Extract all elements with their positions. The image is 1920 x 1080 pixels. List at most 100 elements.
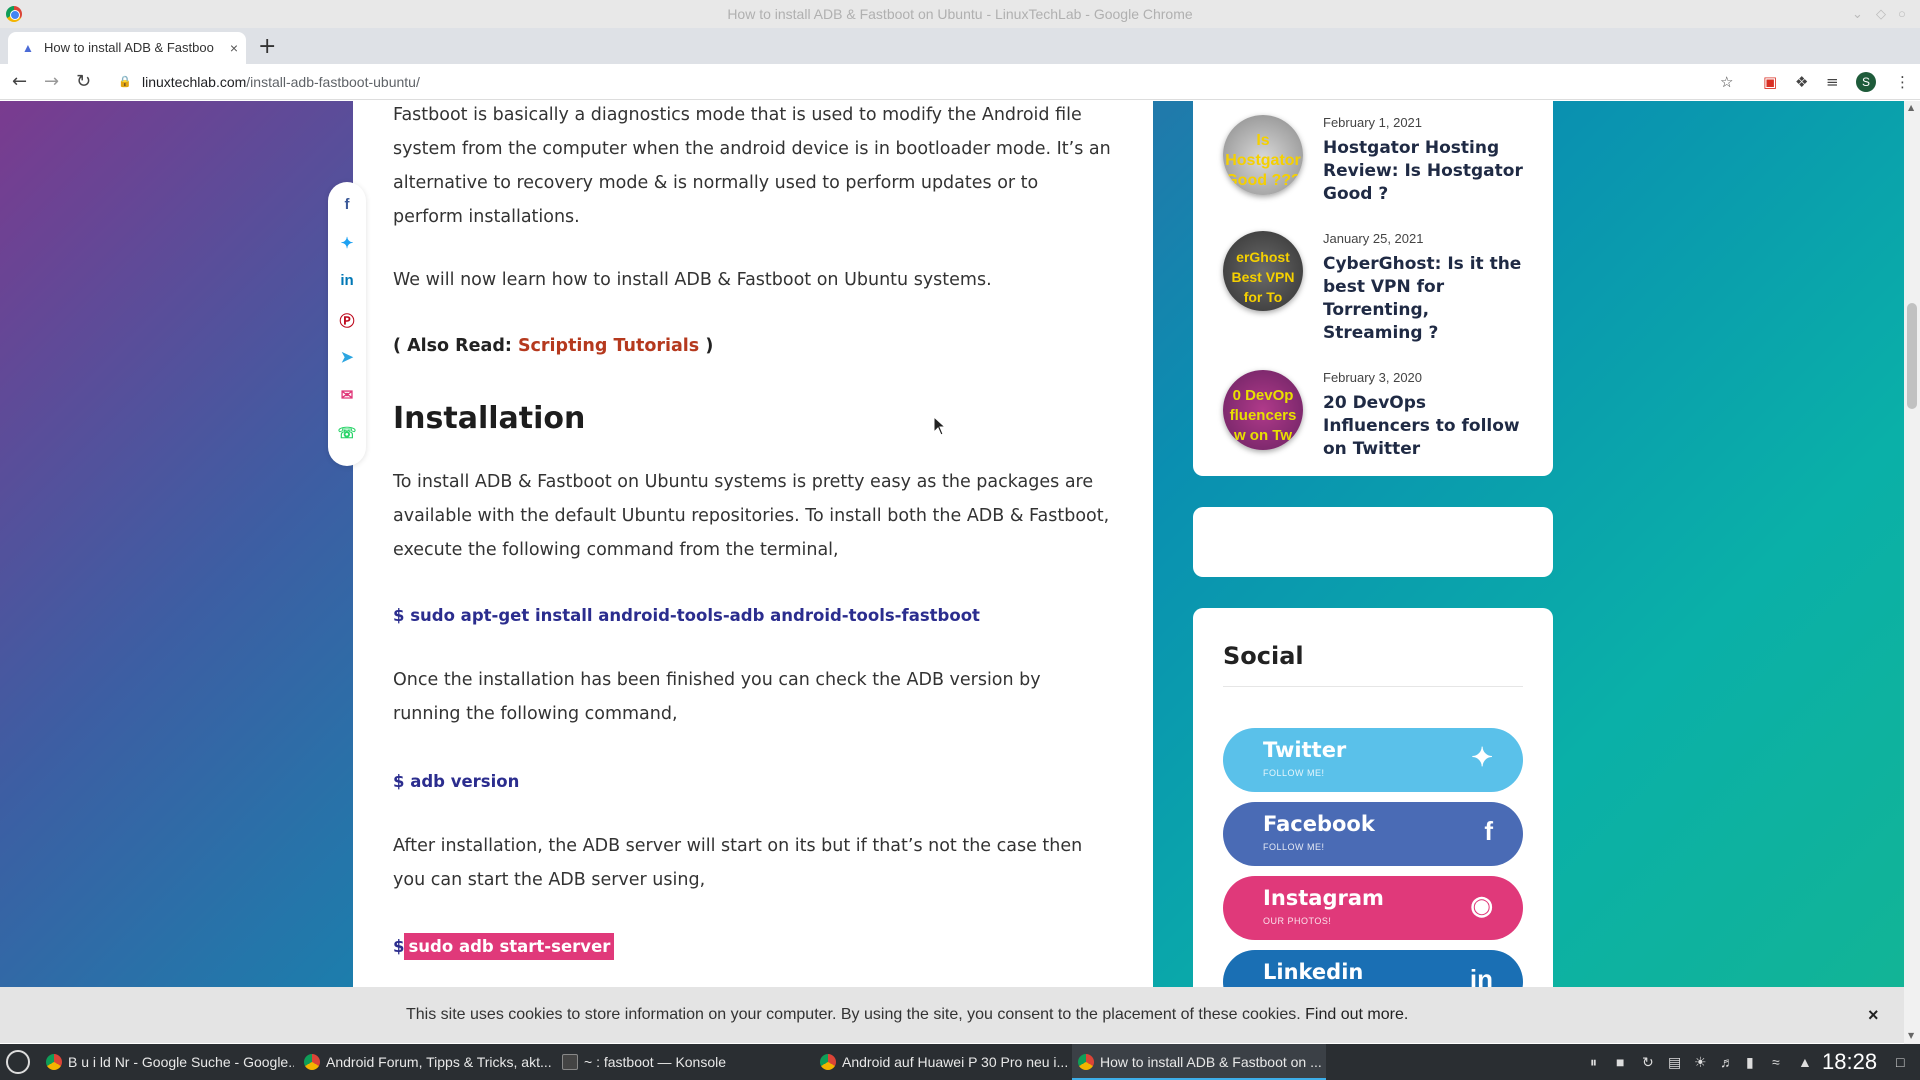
post-title[interactable]: CyberGhost: Is it the best VPN for Torre…	[1323, 253, 1523, 345]
extensions-puzzle-icon[interactable]: ❖	[1795, 70, 1808, 94]
reload-icon[interactable]: ↻	[76, 70, 91, 94]
paragraph-start-server: After installation, the ADB server will …	[393, 836, 1083, 890]
email-icon[interactable]: ✉	[328, 386, 366, 404]
recent-post[interactable]: 0 DevOp fluencers w on Tw February 3, 20…	[1223, 370, 1523, 470]
instagram-icon: ◉	[1470, 890, 1493, 920]
tab-strip: ▲ How to install ADB & Fastboo × +	[0, 28, 1920, 64]
volume-icon[interactable]: ♬	[1720, 1044, 1734, 1080]
cookie-close-icon[interactable]: ×	[1868, 987, 1879, 1043]
scroll-up-icon[interactable]: ▲	[1908, 103, 1914, 112]
bookmark-star-icon[interactable]: ☆	[1720, 70, 1733, 94]
new-tab-button[interactable]: +	[258, 32, 276, 62]
minimize-icon[interactable]: ⌄	[1852, 0, 1863, 28]
back-arrow-icon[interactable]: ←	[12, 70, 27, 94]
command-adb-version[interactable]: $ adb version	[393, 772, 519, 791]
telegram-icon[interactable]: ➤	[328, 348, 366, 366]
facebook-icon[interactable]: f	[328, 196, 366, 213]
chrome-logo-icon	[6, 6, 22, 22]
post-title[interactable]: Hostgator Hosting Review: Is Hostgator G…	[1323, 137, 1523, 206]
task-chrome-build[interactable]: B u i ld Nr - Google Suche - Google...	[40, 1044, 294, 1080]
instagram-follow-button[interactable]: Instagram OUR PHOTOS! ◉	[1223, 876, 1523, 940]
task-label: How to install ADB & Fastboot on ...	[1100, 1054, 1322, 1070]
also-read-prefix: ( Also Read:	[393, 336, 518, 356]
notification-icon[interactable]: ■	[1616, 1044, 1624, 1080]
tray-expand-icon[interactable]: ▲	[1798, 1044, 1812, 1080]
command-apt-install[interactable]: $ sudo apt-get install android-tools-adb…	[393, 606, 980, 625]
clipboard-icon[interactable]: ▤	[1668, 1044, 1681, 1080]
extension-red-icon[interactable]: ▣	[1763, 70, 1777, 94]
url-path: /install-adb-fastboot-ubuntu/	[246, 74, 420, 90]
scrollbar-thumb[interactable]	[1907, 303, 1917, 409]
lock-icon: 🔒	[118, 76, 132, 88]
task-chrome-android-forum[interactable]: Android Forum, Tipps & Tricks, akt...	[298, 1044, 552, 1080]
highlighted-command: sudo adb start-server	[404, 933, 615, 960]
updates-icon[interactable]: ↻	[1642, 1044, 1654, 1080]
linkedin-icon[interactable]: in	[328, 272, 366, 289]
paragraph-fastboot-intro: Fastboot is basically a diagnostics mode…	[393, 105, 1111, 227]
social-sub: OUR PHOTOS!	[1263, 916, 1332, 926]
battery-icon[interactable]: ▮	[1746, 1044, 1754, 1080]
profile-avatar[interactable]: S	[1856, 72, 1876, 92]
facebook-follow-button[interactable]: Facebook FOLLOW ME! f	[1223, 802, 1523, 866]
tab-active[interactable]: ▲ How to install ADB & Fastboo ×	[8, 32, 246, 64]
social-name: Twitter	[1263, 738, 1347, 762]
post-thumbnail[interactable]: 0 DevOp fluencers w on Tw	[1223, 370, 1303, 450]
clock[interactable]: 18:28	[1822, 1044, 1877, 1080]
social-widget: Social Twitter FOLLOW ME! ✦ Facebook FOL…	[1193, 608, 1553, 987]
facebook-icon: f	[1484, 816, 1493, 846]
recent-post[interactable]: Is Hostgator Good ??? February 1, 2021 H…	[1223, 115, 1523, 215]
social-name: Linkedin	[1263, 960, 1364, 984]
terminal-icon	[562, 1054, 578, 1070]
chrome-menu-icon[interactable]: ⋮	[1895, 70, 1910, 94]
task-label: Android auf Huawei P 30 Pro neu i...	[842, 1054, 1068, 1070]
chrome-icon	[46, 1054, 62, 1070]
scroll-down-icon[interactable]: ▼	[1908, 1031, 1914, 1040]
address-bar[interactable]: 🔒 linuxtechlab.com/install-adb-fastboot-…	[112, 68, 1774, 96]
empty-widget	[1193, 507, 1553, 577]
article-content: Fastboot is basically a diagnostics mode…	[353, 101, 1153, 987]
task-konsole[interactable]: ~ : fastboot — Konsole	[556, 1044, 810, 1080]
close-window-icon[interactable]: ○	[1898, 0, 1906, 28]
post-date: February 3, 2020	[1323, 370, 1423, 385]
social-title: Social	[1223, 642, 1304, 670]
social-sub: FOLLOW ME!	[1263, 768, 1325, 778]
forward-arrow-icon[interactable]: →	[44, 70, 59, 94]
post-thumbnail[interactable]: erGhost Best VPN for To	[1223, 231, 1303, 311]
media-queue-icon[interactable]: ≡	[1826, 70, 1839, 94]
pause-icon[interactable]: ⏸	[1590, 1044, 1597, 1080]
recent-posts-card: Is Hostgator Good ??? February 1, 2021 H…	[1193, 101, 1553, 476]
show-desktop-icon[interactable]: □	[1896, 1044, 1904, 1080]
recent-post[interactable]: erGhost Best VPN for To January 25, 2021…	[1223, 231, 1523, 343]
task-label: Android Forum, Tipps & Tricks, akt...	[326, 1054, 552, 1070]
task-chrome-huawei[interactable]: Android auf Huawei P 30 Pro neu i...	[814, 1044, 1068, 1080]
wifi-icon[interactable]: ≈	[1772, 1044, 1780, 1080]
linkedin-follow-button[interactable]: Linkedin in	[1223, 950, 1523, 987]
system-taskbar: B u i ld Nr - Google Suche - Google... A…	[0, 1044, 1920, 1080]
post-thumbnail[interactable]: Is Hostgator Good ???	[1223, 115, 1303, 195]
page-scrollbar[interactable]: ▲ ▼	[1904, 101, 1920, 1044]
bulb-icon[interactable]: ☀	[1694, 1044, 1707, 1080]
app-launcher-icon[interactable]	[6, 1050, 30, 1074]
task-label: ~ : fastboot — Konsole	[584, 1054, 727, 1070]
cookie-bar: This site uses cookies to store informat…	[0, 987, 1904, 1043]
pinterest-icon[interactable]: Ⓟ	[328, 310, 366, 331]
whatsapp-icon[interactable]: ☏	[328, 424, 366, 442]
url-text: linuxtechlab.com/install-adb-fastboot-ub…	[142, 68, 420, 96]
social-name: Facebook	[1263, 812, 1375, 836]
command-start-server[interactable]: $ sudo adb start-server	[393, 933, 615, 960]
twitter-icon[interactable]: ✦	[328, 234, 366, 252]
paragraph-install: To install ADB & Fastboot on Ubuntu syst…	[393, 472, 1110, 560]
also-read-suffix: )	[699, 336, 714, 356]
also-read-link[interactable]: Scripting Tutorials	[518, 336, 699, 356]
chrome-icon	[304, 1054, 320, 1070]
twitter-follow-button[interactable]: Twitter FOLLOW ME! ✦	[1223, 728, 1523, 792]
post-title[interactable]: 20 DevOps Influencers to follow on Twitt…	[1323, 392, 1523, 461]
social-name: Instagram	[1263, 886, 1384, 910]
task-chrome-active[interactable]: How to install ADB & Fastboot on ...	[1072, 1044, 1326, 1080]
maximize-icon[interactable]: ◇	[1876, 0, 1886, 28]
cookie-find-out-more-link[interactable]: Find out more.	[1305, 1006, 1408, 1023]
twitter-icon: ✦	[1471, 742, 1493, 772]
mouse-cursor-icon	[933, 416, 947, 436]
tab-close-icon[interactable]: ×	[230, 32, 238, 64]
cookie-text: This site uses cookies to store informat…	[406, 987, 1408, 1043]
